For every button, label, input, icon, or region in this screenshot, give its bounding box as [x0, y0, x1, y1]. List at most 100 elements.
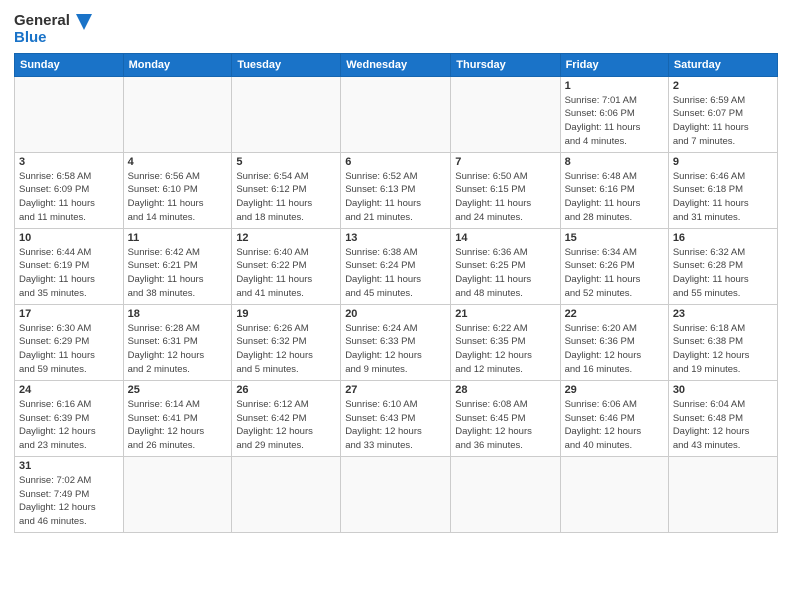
- day-number: 9: [673, 156, 773, 168]
- day-number: 2: [673, 80, 773, 92]
- day-info: Sunrise: 6:24 AMSunset: 6:33 PMDaylight:…: [345, 322, 446, 377]
- weekday-header-monday: Monday: [123, 53, 232, 76]
- weekday-header-row: SundayMondayTuesdayWednesdayThursdayFrid…: [15, 53, 778, 76]
- day-number: 3: [19, 156, 119, 168]
- day-cell: 19 Sunrise: 6:26 AMSunset: 6:32 PMDayligh…: [232, 304, 341, 380]
- day-cell: 23 Sunrise: 6:18 AMSunset: 6:38 PMDayligh…: [668, 304, 777, 380]
- day-number: 1: [565, 80, 664, 92]
- day-cell: 14 Sunrise: 6:36 AMSunset: 6:25 PMDayligh…: [451, 228, 560, 304]
- day-cell: 22Sunrise: 6:20 AMSunset: 6:36 PMDayligh…: [560, 304, 668, 380]
- day-number: 30: [673, 384, 773, 396]
- day-number: 19: [236, 308, 336, 320]
- logo-general: General: [14, 13, 70, 30]
- day-number: 24: [19, 384, 119, 396]
- week-row-5: 31Sunrise: 7:02 AMSunset: 7:49 PMDayligh…: [15, 456, 778, 532]
- day-number: 28: [455, 384, 555, 396]
- day-cell: 5 Sunrise: 6:54 AMSunset: 6:12 PMDaylight…: [232, 152, 341, 228]
- day-cell: [341, 76, 451, 152]
- day-info: Sunrise: 6:59 AMSunset: 6:07 PMDaylight:…: [673, 94, 773, 149]
- day-cell: 26Sunrise: 6:12 AMSunset: 6:42 PMDayligh…: [232, 380, 341, 456]
- day-number: 13: [345, 232, 446, 244]
- logo-triangle-icon: [72, 10, 94, 32]
- day-info: Sunrise: 6:54 AMSunset: 6:12 PMDaylight:…: [236, 170, 336, 225]
- day-info: Sunrise: 6:04 AMSunset: 6:48 PMDaylight:…: [673, 398, 773, 453]
- day-number: 27: [345, 384, 446, 396]
- weekday-header-sunday: Sunday: [15, 53, 124, 76]
- day-cell: 21 Sunrise: 6:22 AMSunset: 6:35 PMDayligh…: [451, 304, 560, 380]
- day-cell: [15, 76, 124, 152]
- day-info: Sunrise: 6:56 AMSunset: 6:10 PMDaylight:…: [128, 170, 228, 225]
- day-cell: 8Sunrise: 6:48 AMSunset: 6:16 PMDaylight…: [560, 152, 668, 228]
- day-info: Sunrise: 6:20 AMSunset: 6:36 PMDaylight:…: [565, 322, 664, 377]
- day-cell: [560, 456, 668, 532]
- day-cell: 17 Sunrise: 6:30 AMSunset: 6:29 PMDayligh…: [15, 304, 124, 380]
- day-number: 23: [673, 308, 773, 320]
- header: General Blue: [14, 10, 778, 47]
- week-row-1: 3 Sunrise: 6:58 AMSunset: 6:09 PMDaylight…: [15, 152, 778, 228]
- logo-container: General Blue: [14, 10, 94, 47]
- day-info: Sunrise: 6:34 AMSunset: 6:26 PMDaylight:…: [565, 246, 664, 301]
- day-number: 14: [455, 232, 555, 244]
- day-number: 10: [19, 232, 119, 244]
- day-cell: 20 Sunrise: 6:24 AMSunset: 6:33 PMDayligh…: [341, 304, 451, 380]
- week-row-0: 1 Sunrise: 7:01 AMSunset: 6:06 PMDaylight…: [15, 76, 778, 152]
- day-info: Sunrise: 6:58 AMSunset: 6:09 PMDaylight:…: [19, 170, 119, 225]
- day-number: 17: [19, 308, 119, 320]
- day-number: 7: [455, 156, 555, 168]
- day-cell: 18Sunrise: 6:28 AMSunset: 6:31 PMDayligh…: [123, 304, 232, 380]
- day-cell: [123, 76, 232, 152]
- day-number: 4: [128, 156, 228, 168]
- day-number: 31: [19, 460, 119, 472]
- day-info: Sunrise: 6:50 AMSunset: 6:15 PMDaylight:…: [455, 170, 555, 225]
- weekday-header-wednesday: Wednesday: [341, 53, 451, 76]
- week-row-2: 10 Sunrise: 6:44 AMSunset: 6:19 PMDayligh…: [15, 228, 778, 304]
- day-cell: [232, 456, 341, 532]
- day-info: Sunrise: 6:26 AMSunset: 6:32 PMDaylight:…: [236, 322, 336, 377]
- day-number: 25: [128, 384, 228, 396]
- day-cell: 4 Sunrise: 6:56 AMSunset: 6:10 PMDaylight…: [123, 152, 232, 228]
- weekday-header-friday: Friday: [560, 53, 668, 76]
- weekday-header-tuesday: Tuesday: [232, 53, 341, 76]
- day-info: Sunrise: 6:44 AMSunset: 6:19 PMDaylight:…: [19, 246, 119, 301]
- day-cell: 12Sunrise: 6:40 AMSunset: 6:22 PMDayligh…: [232, 228, 341, 304]
- day-cell: 3 Sunrise: 6:58 AMSunset: 6:09 PMDaylight…: [15, 152, 124, 228]
- day-info: Sunrise: 6:42 AMSunset: 6:21 PMDaylight:…: [128, 246, 228, 301]
- week-row-4: 24Sunrise: 6:16 AMSunset: 6:39 PMDayligh…: [15, 380, 778, 456]
- day-cell: [341, 456, 451, 532]
- day-cell: 7 Sunrise: 6:50 AMSunset: 6:15 PMDaylight…: [451, 152, 560, 228]
- day-info: Sunrise: 6:06 AMSunset: 6:46 PMDaylight:…: [565, 398, 664, 453]
- weekday-header-thursday: Thursday: [451, 53, 560, 76]
- day-number: 21: [455, 308, 555, 320]
- day-number: 20: [345, 308, 446, 320]
- day-number: 11: [128, 232, 228, 244]
- day-info: Sunrise: 6:18 AMSunset: 6:38 PMDaylight:…: [673, 322, 773, 377]
- day-cell: 13Sunrise: 6:38 AMSunset: 6:24 PMDayligh…: [341, 228, 451, 304]
- day-cell: 27Sunrise: 6:10 AMSunset: 6:43 PMDayligh…: [341, 380, 451, 456]
- day-cell: 31Sunrise: 7:02 AMSunset: 7:49 PMDayligh…: [15, 456, 124, 532]
- day-info: Sunrise: 6:46 AMSunset: 6:18 PMDaylight:…: [673, 170, 773, 225]
- day-info: Sunrise: 6:40 AMSunset: 6:22 PMDaylight:…: [236, 246, 336, 301]
- day-cell: [123, 456, 232, 532]
- day-cell: [232, 76, 341, 152]
- logo-blue: Blue: [14, 30, 47, 47]
- day-number: 15: [565, 232, 664, 244]
- day-info: Sunrise: 6:22 AMSunset: 6:35 PMDaylight:…: [455, 322, 555, 377]
- day-cell: 10 Sunrise: 6:44 AMSunset: 6:19 PMDayligh…: [15, 228, 124, 304]
- day-cell: 9 Sunrise: 6:46 AMSunset: 6:18 PMDaylight…: [668, 152, 777, 228]
- day-info: Sunrise: 6:08 AMSunset: 6:45 PMDaylight:…: [455, 398, 555, 453]
- day-cell: 30 Sunrise: 6:04 AMSunset: 6:48 PMDayligh…: [668, 380, 777, 456]
- day-cell: 1 Sunrise: 7:01 AMSunset: 6:06 PMDaylight…: [560, 76, 668, 152]
- day-info: Sunrise: 6:36 AMSunset: 6:25 PMDaylight:…: [455, 246, 555, 301]
- day-cell: 2 Sunrise: 6:59 AMSunset: 6:07 PMDaylight…: [668, 76, 777, 152]
- week-row-3: 17 Sunrise: 6:30 AMSunset: 6:29 PMDayligh…: [15, 304, 778, 380]
- day-number: 5: [236, 156, 336, 168]
- day-info: Sunrise: 6:12 AMSunset: 6:42 PMDaylight:…: [236, 398, 336, 453]
- day-cell: 29Sunrise: 6:06 AMSunset: 6:46 PMDayligh…: [560, 380, 668, 456]
- day-cell: [451, 456, 560, 532]
- page: General Blue SundayMondayTuesdayWednesda…: [0, 0, 792, 612]
- day-info: Sunrise: 7:01 AMSunset: 6:06 PMDaylight:…: [565, 94, 664, 149]
- day-info: Sunrise: 6:52 AMSunset: 6:13 PMDaylight:…: [345, 170, 446, 225]
- day-number: 18: [128, 308, 228, 320]
- day-info: Sunrise: 6:30 AMSunset: 6:29 PMDaylight:…: [19, 322, 119, 377]
- day-cell: 6Sunrise: 6:52 AMSunset: 6:13 PMDaylight…: [341, 152, 451, 228]
